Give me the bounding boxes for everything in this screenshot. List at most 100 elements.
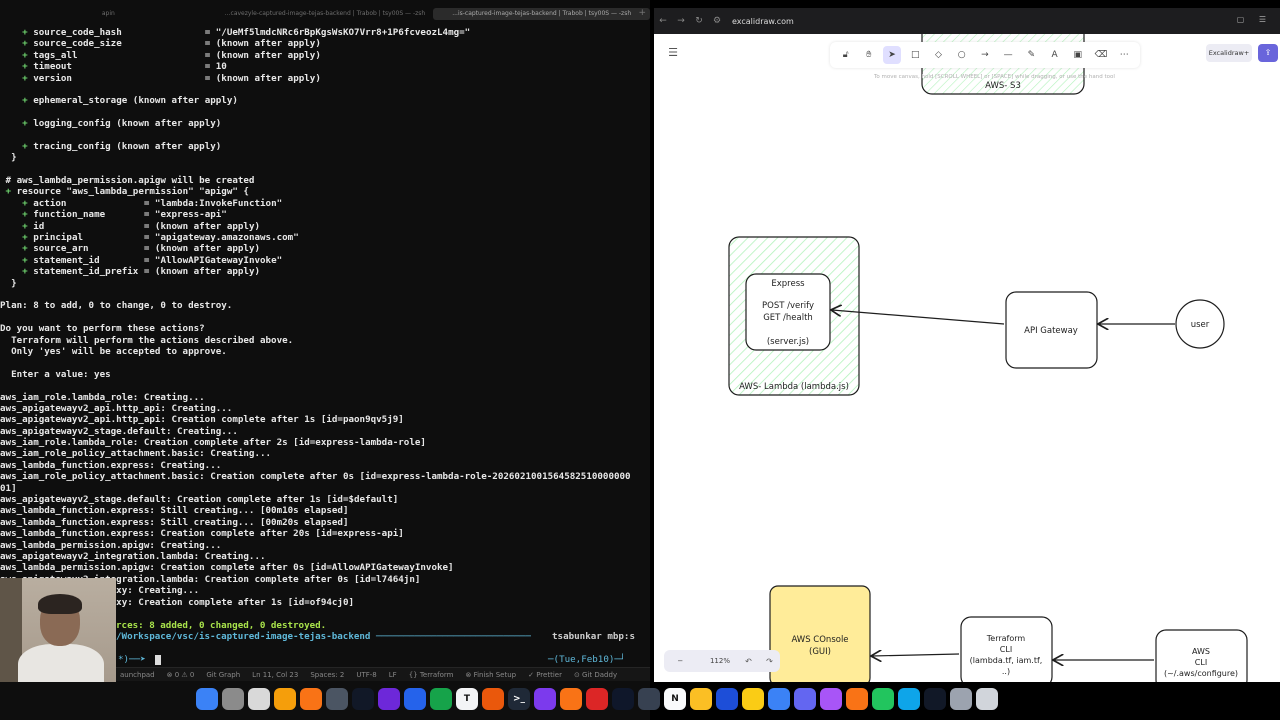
express-box[interactable]: Express POST /verify GET /health (server… — [745, 273, 831, 351]
app-icon[interactable] — [924, 688, 946, 710]
status-item[interactable]: Git Graph — [206, 671, 240, 679]
app-icon[interactable] — [430, 688, 452, 710]
architecture-diagram[interactable]: AWS- S3 AWS- Lambda (lambda.js) Express … — [654, 34, 1280, 682]
app-icon[interactable] — [716, 688, 738, 710]
rectangle-tool-icon[interactable]: □ — [906, 46, 924, 64]
terminal-line: + function_name = "express-api" — [22, 209, 227, 221]
vlc-icon[interactable] — [846, 688, 868, 710]
status-item[interactable]: aunchpad — [120, 671, 155, 679]
selection-tool-icon[interactable]: ➤ — [883, 46, 902, 64]
status-language[interactable]: {} Terraform — [409, 671, 454, 679]
status-eol[interactable]: LF — [389, 671, 397, 679]
undo-icon[interactable]: ↶ — [745, 657, 752, 666]
firefox-icon[interactable] — [560, 688, 582, 710]
express-route: POST /verify — [762, 301, 814, 311]
hamburger-menu-icon[interactable]: ☰ — [666, 46, 680, 60]
site-info-icon[interactable]: ⚙ — [708, 16, 726, 26]
swift-icon[interactable] — [300, 688, 322, 710]
macos-dock: T >_ N — [196, 684, 1112, 714]
zoom-out-icon[interactable]: − — [677, 657, 683, 665]
back-icon[interactable]: ← — [654, 16, 672, 26]
line-tool-icon[interactable]: — — [999, 46, 1017, 64]
status-problems[interactable]: ⊗ 0 ⚠ 0 — [167, 671, 195, 679]
aws-cli-box[interactable]: AWS CLI (~/.aws/configure) — [1155, 629, 1248, 682]
notes-icon[interactable] — [690, 688, 712, 710]
aws-console-box[interactable]: AWS COnsole (GUI) — [769, 585, 871, 682]
arrow-terraform-to-console[interactable] — [872, 654, 960, 656]
status-item[interactable]: ⊗ Finish Setup — [465, 671, 516, 679]
app-icon[interactable] — [638, 688, 660, 710]
vscode-icon[interactable] — [404, 688, 426, 710]
zoom-level[interactable]: 112% — [710, 657, 730, 665]
forward-icon[interactable]: → — [672, 16, 690, 26]
terminal-line: Enter a value: yes — [0, 368, 111, 380]
app-icon[interactable] — [534, 688, 556, 710]
whatsapp-icon[interactable] — [872, 688, 894, 710]
terminal-line: + version = (known after apply) — [22, 72, 321, 84]
terminal-line: + tags_all = (known after apply) — [22, 49, 321, 61]
api-gateway-label: API Gateway — [1024, 326, 1078, 336]
status-indent[interactable]: Spaces: 2 — [310, 671, 344, 679]
chatgpt-icon[interactable] — [612, 688, 634, 710]
terminal-line: # aws_lambda_permission.apigw will be cr… — [0, 175, 255, 187]
finder-icon[interactable] — [196, 688, 218, 710]
excalidraw-plus-button[interactable]: Excalidraw+ — [1206, 44, 1252, 62]
share-icon[interactable]: ⇪ — [1258, 44, 1278, 62]
app-icon[interactable] — [820, 688, 842, 710]
status-encoding[interactable]: UTF-8 — [356, 671, 376, 679]
eraser-tool-icon[interactable]: ⌫ — [1092, 46, 1110, 64]
terminal-line: aws_iam_role.lambda_role: Creation compl… — [0, 437, 426, 449]
app-icon[interactable] — [326, 688, 348, 710]
hand-tool-icon[interactable]: ✋︎ — [860, 46, 878, 64]
settings-icon[interactable] — [222, 688, 244, 710]
app-icon[interactable] — [742, 688, 764, 710]
prompt-date: ─(Tue,Feb10)─┘ — [548, 654, 626, 665]
excalidraw-canvas[interactable]: AWS- S3 AWS- Lambda (lambda.js) Express … — [654, 34, 1280, 682]
status-item[interactable]: ✓ Prettier — [528, 671, 562, 679]
app-icon[interactable] — [768, 688, 790, 710]
app-icon[interactable] — [794, 688, 816, 710]
terminal-icon[interactable]: >_ — [508, 688, 530, 710]
terminal-line: + source_code_size = (known after apply) — [22, 38, 321, 50]
terminal-window[interactable]: apin ...cavezyle-captured-image-tejas-ba… — [0, 0, 650, 720]
arrow-tool-icon[interactable]: → — [976, 46, 994, 64]
downloads-icon[interactable] — [950, 688, 972, 710]
trash-icon[interactable] — [976, 688, 998, 710]
terminal-tab-2[interactable]: ...cavezyle-captured-image-tejas-backend… — [217, 8, 434, 20]
express-title: Express — [771, 279, 805, 289]
webcam-overlay — [0, 578, 116, 682]
more-tools-icon[interactable]: ⋯ — [1115, 46, 1133, 64]
browser-actions-icon[interactable]: ▢ ☰ — [1237, 15, 1272, 24]
terminal-line: + action = "lambda:InvokeFunction" — [22, 197, 283, 209]
app-icon[interactable] — [378, 688, 400, 710]
terminal-tab-3[interactable]: ...is-captured-image-tejas-backend | Tra… — [433, 8, 650, 20]
new-tab-icon[interactable]: + — [638, 8, 646, 18]
ellipse-tool-icon[interactable]: ○ — [953, 46, 971, 64]
user-circle[interactable]: user — [1175, 299, 1225, 349]
app-icon[interactable] — [248, 688, 270, 710]
app-icon[interactable] — [352, 688, 374, 710]
terminal-tab-1[interactable]: apin — [0, 8, 217, 20]
terminal-line: + statement_id_prefix = (known after app… — [22, 266, 261, 278]
notion-icon[interactable]: N — [664, 688, 686, 710]
terraform-box[interactable]: Terraform CLI (lambda.tf, iam.tf, ..) — [960, 616, 1053, 682]
api-gateway-box[interactable]: API Gateway — [1005, 291, 1098, 369]
terminal-line: Do you want to perform these actions? — [0, 323, 205, 335]
status-cursor-position[interactable]: Ln 11, Col 23 — [252, 671, 298, 679]
reload-icon[interactable]: ↻ — [690, 16, 708, 26]
url-bar[interactable]: excalidraw.com — [732, 17, 794, 26]
image-tool-icon[interactable]: ▣ — [1069, 46, 1087, 64]
sublime-icon[interactable] — [482, 688, 504, 710]
status-item[interactable]: ⊙ Git Daddy — [574, 671, 617, 679]
chrome-icon[interactable] — [586, 688, 608, 710]
pencil-tool-icon[interactable]: ✎ — [1022, 46, 1040, 64]
text-tool-icon[interactable]: A — [1046, 46, 1064, 64]
app-icon[interactable] — [898, 688, 920, 710]
diamond-tool-icon[interactable]: ◇ — [929, 46, 947, 64]
lock-icon[interactable]: 🔓︎ — [837, 46, 855, 64]
app-icon[interactable] — [274, 688, 296, 710]
typora-icon[interactable]: T — [456, 688, 478, 710]
redo-icon[interactable]: ↷ — [766, 657, 773, 666]
terminal-line: 01] — [0, 482, 17, 494]
apply-summary: rces: 8 added, 0 changed, 0 destroyed. — [116, 620, 327, 631]
